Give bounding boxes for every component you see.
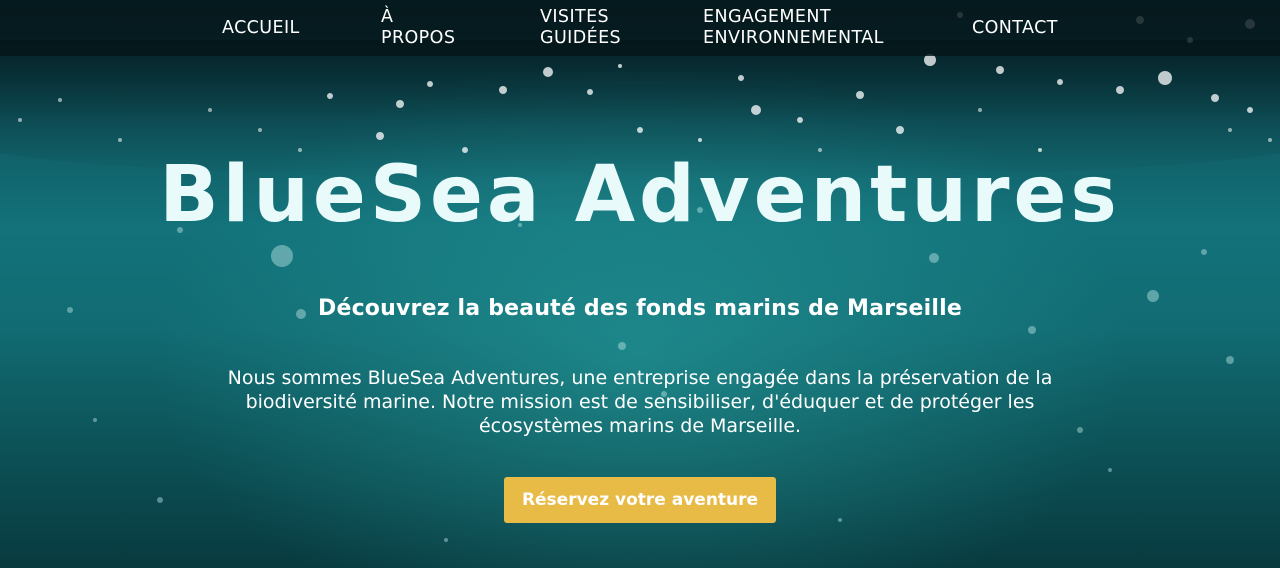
book-adventure-button-label: Réservez votre aventure	[521, 490, 759, 510]
nav-link-label: CONTACT	[972, 17, 1058, 38]
nav-link-label: ENGAGEMENT ENVIRONNEMENTAL	[703, 7, 884, 49]
nav-link-accueil[interactable]: ACCUEIL	[222, 6, 300, 50]
nav-link-label: ACCUEIL	[222, 17, 300, 38]
nav-link-label-line2: ENVIRONNEMENTAL	[703, 28, 884, 48]
hero-subtitle: Découvrez la beauté des fonds marins de …	[317, 296, 963, 321]
nav-link-label-line1: VISITES	[540, 7, 610, 27]
nav-link-label-line2: GUIDÉES	[540, 28, 622, 48]
nav-link-label: VISITES GUIDÉES	[540, 7, 621, 49]
top-navigation: ACCUEIL À PROPOS VISITES GUIDÉES ENGAGEM…	[0, 0, 1280, 56]
book-adventure-button[interactable]: Réservez votre aventure	[504, 477, 776, 523]
nav-link-visites-guidees[interactable]: VISITES GUIDÉES	[540, 6, 621, 50]
nav-link-a-propos[interactable]: À PROPOS	[381, 6, 455, 50]
hero-intro-text: Nous sommes BlueSea Adventures, une entr…	[227, 367, 1053, 437]
nav-link-contact[interactable]: CONTACT	[972, 6, 1058, 50]
nav-link-label-line1: À	[381, 7, 394, 27]
nav-link-label: À PROPOS	[381, 7, 455, 49]
brand-logo-title: BlueSea Adventures	[159, 150, 1121, 240]
nav-link-label-line2: PROPOS	[381, 28, 456, 48]
nav-link-label-line1: ENGAGEMENT	[703, 7, 831, 27]
nav-link-engagement-environnemental[interactable]: ENGAGEMENT ENVIRONNEMENTAL	[703, 6, 884, 50]
